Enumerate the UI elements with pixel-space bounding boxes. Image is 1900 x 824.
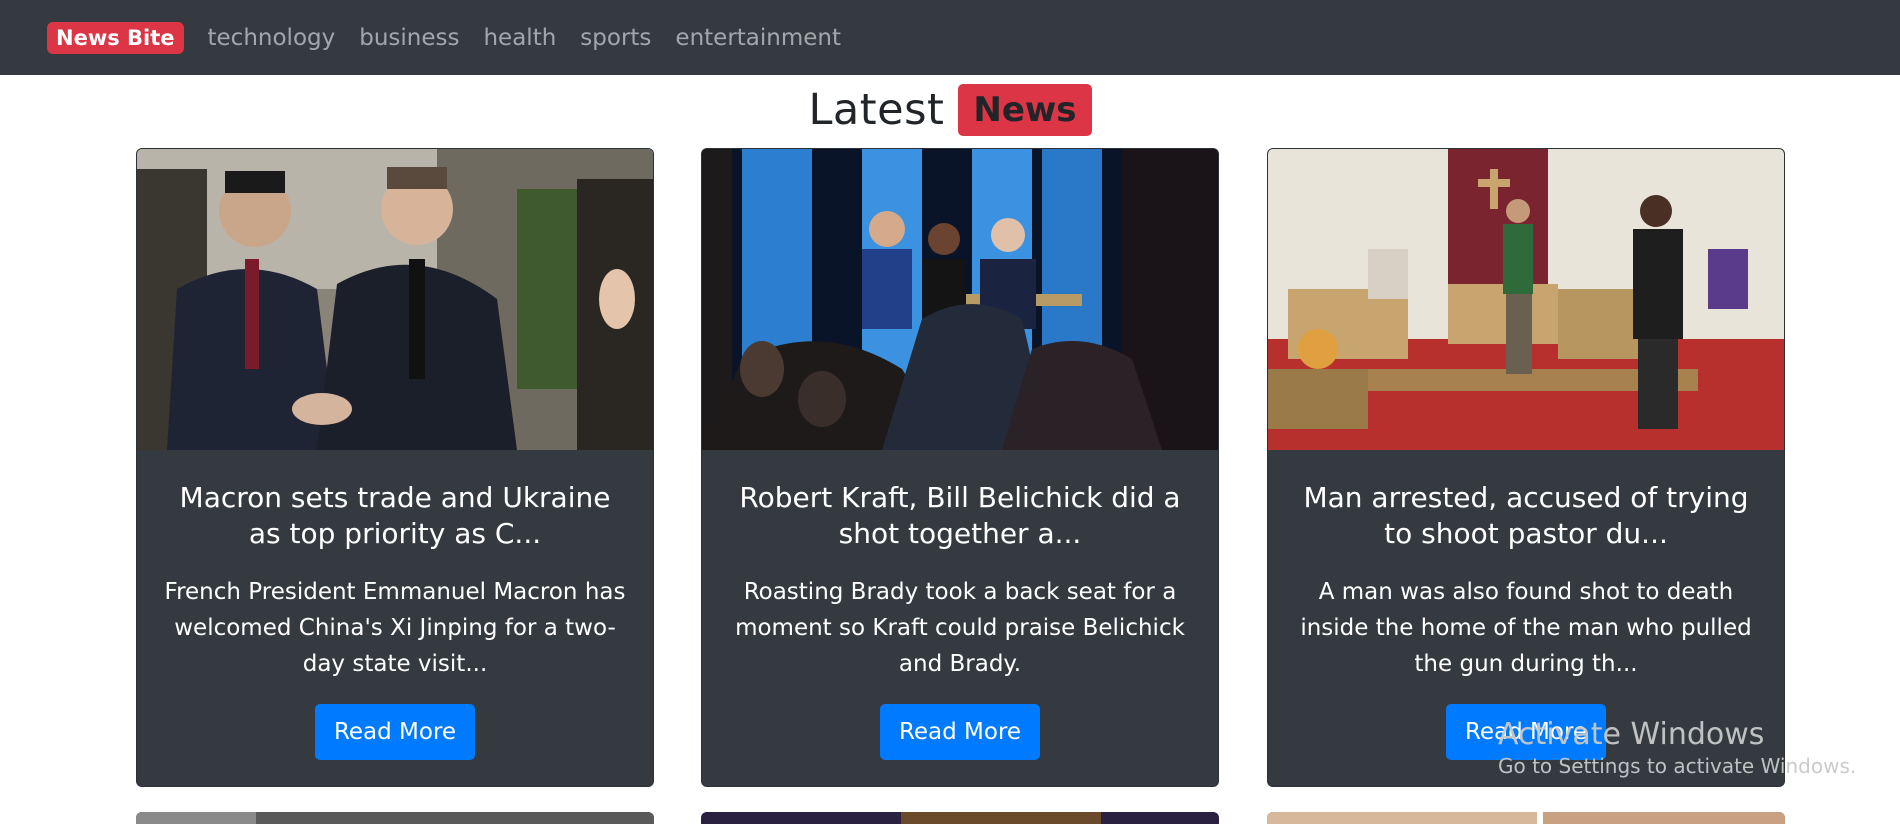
news-card: Man arrested, accused of trying to shoot… <box>1267 148 1785 787</box>
news-image <box>702 149 1218 450</box>
news-badge: News <box>958 84 1092 136</box>
nav-link-technology[interactable]: technology <box>208 25 336 51</box>
card-description: Roasting Brady took a back seat for a mo… <box>735 579 1185 677</box>
card-title[interactable]: Man arrested, accused of trying to shoot… <box>1292 480 1760 552</box>
card-description: A man was also found shot to death insid… <box>1300 579 1752 677</box>
brand-logo[interactable]: News Bite <box>47 21 184 54</box>
card-title[interactable]: Robert Kraft, Bill Belichick did a shot … <box>726 480 1194 552</box>
card-title[interactable]: Macron sets trade and Ukraine as top pri… <box>161 480 629 552</box>
card-body: Man arrested, accused of trying to shoot… <box>1268 450 1784 760</box>
nav-link-health[interactable]: health <box>483 25 556 51</box>
watermark-subtitle: Go to Settings to activate Windows. <box>1498 754 1857 778</box>
activate-windows-watermark: Activate Windows Go to Settings to activ… <box>1498 717 1856 779</box>
news-card-partial <box>1267 812 1785 824</box>
read-more-button[interactable]: Read More <box>314 704 476 760</box>
news-card-partial <box>136 812 654 824</box>
news-image <box>1268 149 1784 450</box>
nav-link-entertainment[interactable]: entertainment <box>675 25 841 51</box>
news-card-partial <box>701 812 1219 824</box>
news-card: Macron sets trade and Ukraine as top pri… <box>136 148 654 787</box>
news-image <box>137 149 653 450</box>
watermark-title: Activate Windows <box>1498 717 1765 752</box>
news-card: Robert Kraft, Bill Belichick did a shot … <box>701 148 1219 787</box>
nav-link-sports[interactable]: sports <box>580 25 651 51</box>
card-body: Robert Kraft, Bill Belichick did a shot … <box>702 450 1218 760</box>
nav-link-business[interactable]: business <box>359 25 459 51</box>
read-more-button[interactable]: Read More <box>879 704 1041 760</box>
page-title: Latest <box>808 85 945 135</box>
card-body: Macron sets trade and Ukraine as top pri… <box>137 450 653 760</box>
navbar: News Bite technology business health spo… <box>0 0 1900 75</box>
card-description: French President Emmanuel Macron has wel… <box>164 579 626 677</box>
page-heading: Latest News <box>0 82 1900 138</box>
